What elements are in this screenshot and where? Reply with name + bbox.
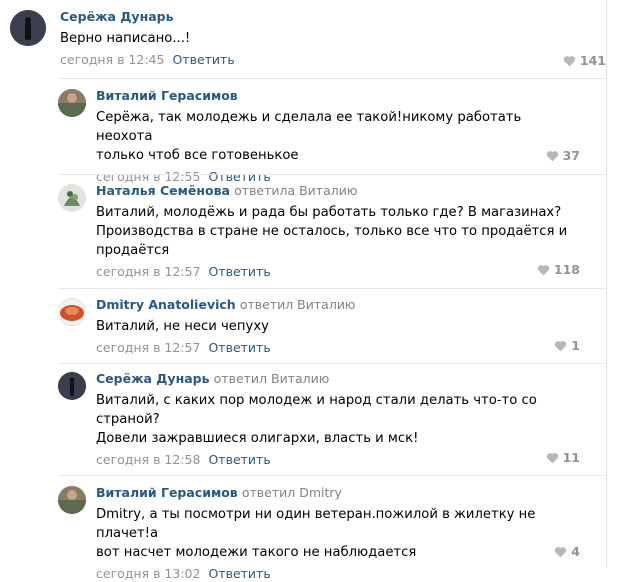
reply-button[interactable]: Ответить <box>172 52 234 67</box>
comment: Серёжа Дунарь ответил Виталию Виталий, с… <box>58 371 580 468</box>
reply-button[interactable]: Ответить <box>208 566 270 581</box>
heart-icon <box>555 546 567 557</box>
comment-timestamp[interactable]: сегодня в 13:02 <box>96 566 200 581</box>
avatar[interactable] <box>58 298 86 326</box>
divider <box>58 174 606 175</box>
like-count: 11 <box>562 450 580 465</box>
panel-border <box>606 0 607 568</box>
comment-author[interactable]: Dmitry Anatolievich <box>96 297 236 312</box>
comment-author[interactable]: Виталий Герасимов <box>96 88 238 103</box>
divider <box>58 78 606 79</box>
divider <box>58 363 606 364</box>
comment-timestamp[interactable]: сегодня в 12:57 <box>96 340 200 355</box>
like-button[interactable]: 141 <box>563 53 606 68</box>
comment-timestamp[interactable]: сегодня в 12:45 <box>60 52 164 67</box>
reply-to-label[interactable]: ответил Виталию <box>240 297 356 312</box>
reply-to-label[interactable]: ответил Dmitry <box>242 485 342 500</box>
reply-to-label[interactable]: ответил Виталию <box>214 371 330 386</box>
comment: Dmitry Anatolievich ответил Виталию Вита… <box>58 297 580 356</box>
comment-timestamp[interactable]: сегодня в 12:58 <box>96 452 200 467</box>
comment: Виталий Герасимов Серёжа, так молодежь и… <box>58 88 580 185</box>
like-count: 1 <box>571 338 580 353</box>
comment-text: Верно написано...! <box>60 31 191 46</box>
like-button[interactable]: 37 <box>546 148 580 163</box>
like-count: 4 <box>571 544 580 559</box>
like-button[interactable]: 1 <box>554 338 580 353</box>
comment-author[interactable]: Серёжа Дунарь <box>96 371 210 386</box>
divider <box>58 475 606 476</box>
heart-icon <box>555 340 567 351</box>
like-count: 37 <box>562 148 580 163</box>
heart-icon <box>546 150 558 161</box>
avatar[interactable] <box>58 486 86 514</box>
avatar[interactable] <box>10 10 46 46</box>
like-button[interactable]: 118 <box>537 262 580 277</box>
heart-icon <box>563 55 576 66</box>
comment-author[interactable]: Виталий Герасимов <box>96 485 238 500</box>
avatar[interactable] <box>58 89 86 117</box>
like-count: 141 <box>579 53 606 68</box>
reply-button[interactable]: Ответить <box>208 452 270 467</box>
heart-icon <box>537 264 550 275</box>
comment-text: Серёжа, так молодежь и сделала ее такой!… <box>96 110 522 163</box>
like-count: 118 <box>553 262 580 277</box>
comment-text: Виталий, с каких пор молодеж и народ ста… <box>96 393 537 446</box>
comment-author[interactable]: Серёжа Дунарь <box>60 9 174 24</box>
avatar[interactable] <box>58 372 86 400</box>
comment-text: Dmitry, а ты посмотри ни один ветеран.по… <box>96 507 536 560</box>
comment-timestamp[interactable]: сегодня в 12:55 <box>96 169 200 184</box>
reply-to-label[interactable]: ответила Виталию <box>234 183 357 198</box>
reply-button[interactable]: Ответить <box>208 340 270 355</box>
comment: Наталья Семёнова ответила Виталию Витали… <box>58 183 580 280</box>
comment-timestamp[interactable]: сегодня в 12:57 <box>96 264 200 279</box>
divider <box>58 288 606 289</box>
reply-button[interactable]: Ответить <box>208 264 270 279</box>
comment-text: Виталий, не неси чепуху <box>96 319 269 334</box>
like-button[interactable]: 11 <box>546 450 580 465</box>
comment-author[interactable]: Наталья Семёнова <box>96 183 230 198</box>
comment: Серёжа Дунарь Верно написано...! сегодня… <box>10 9 606 68</box>
comment-text: Виталий, молодёжь и рада бы работать тол… <box>96 205 568 258</box>
heart-icon <box>546 452 558 463</box>
comments-feed: Серёжа Дунарь Верно написано...! сегодня… <box>0 0 606 581</box>
reply-button[interactable]: Ответить <box>208 169 270 184</box>
avatar[interactable] <box>58 184 86 212</box>
like-button[interactable]: 4 <box>554 544 580 559</box>
